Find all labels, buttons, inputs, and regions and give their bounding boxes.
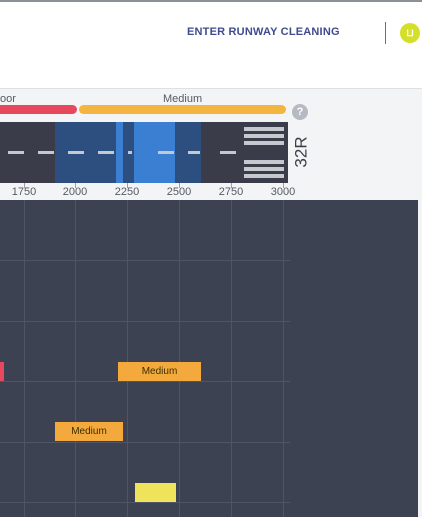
threshold-marking xyxy=(244,127,284,131)
grid-line-vertical xyxy=(283,200,284,517)
friction-block-poor[interactable] xyxy=(0,362,4,381)
axis-label-1750: 1750 xyxy=(11,186,37,198)
centerline-dash xyxy=(220,151,236,154)
axis-label-3000: 3000 xyxy=(270,186,296,198)
grid-line-horizontal xyxy=(0,502,290,503)
axis-label-2500: 2500 xyxy=(166,186,192,198)
grid-line-vertical xyxy=(231,200,232,517)
topbar-divider xyxy=(385,22,386,44)
friction-block-medium[interactable]: Medium xyxy=(55,422,123,441)
axis-label-2250: 2250 xyxy=(114,186,140,198)
friction-poor-bar xyxy=(0,105,77,114)
centerline-dash xyxy=(98,151,114,154)
centerline-dash xyxy=(8,151,24,154)
runway-designator: 32R xyxy=(288,124,316,180)
grid-line-vertical xyxy=(75,200,76,517)
friction-timeline-grid: Medium Medium xyxy=(0,200,418,517)
friction-block-good[interactable] xyxy=(135,483,176,502)
grid-line-vertical xyxy=(127,200,128,517)
axis-label-2000: 2000 xyxy=(62,186,88,198)
friction-medium-bar xyxy=(79,105,286,114)
scrollbar-track[interactable] xyxy=(418,200,422,517)
grid-line-vertical xyxy=(179,200,180,517)
runway-id-label: 32R xyxy=(292,136,311,168)
friction-block-medium[interactable]: Medium xyxy=(118,362,201,381)
runway-strip xyxy=(0,122,288,183)
grid-line-horizontal xyxy=(0,381,290,382)
axis-label-2750: 2750 xyxy=(218,186,244,198)
centerline-dash xyxy=(158,151,174,154)
centerline-dash xyxy=(128,151,132,154)
grid-line-vertical xyxy=(24,200,25,517)
user-avatar-icon[interactable]: ⊔ xyxy=(400,23,420,43)
help-icon[interactable]: ? xyxy=(292,104,308,120)
centerline-dash xyxy=(188,151,200,154)
centerline-dash xyxy=(68,151,84,154)
threshold-marking xyxy=(244,134,284,138)
threshold-marking xyxy=(244,174,284,178)
threshold-marking xyxy=(244,167,284,171)
enter-runway-cleaning-button[interactable]: ENTER RUNWAY CLEANING xyxy=(187,26,340,38)
top-bar: ENTER RUNWAY CLEANING ⊔ xyxy=(0,0,422,88)
friction-medium-label: Medium xyxy=(163,93,203,105)
grid-line-horizontal xyxy=(0,260,290,261)
friction-poor-label: oor xyxy=(0,93,16,105)
grid-line-horizontal xyxy=(0,442,290,443)
centerline-dash xyxy=(38,151,54,154)
runway-section-active xyxy=(116,122,123,183)
grid-line-horizontal xyxy=(0,321,290,322)
threshold-marking xyxy=(244,160,284,164)
threshold-marking xyxy=(244,141,284,145)
